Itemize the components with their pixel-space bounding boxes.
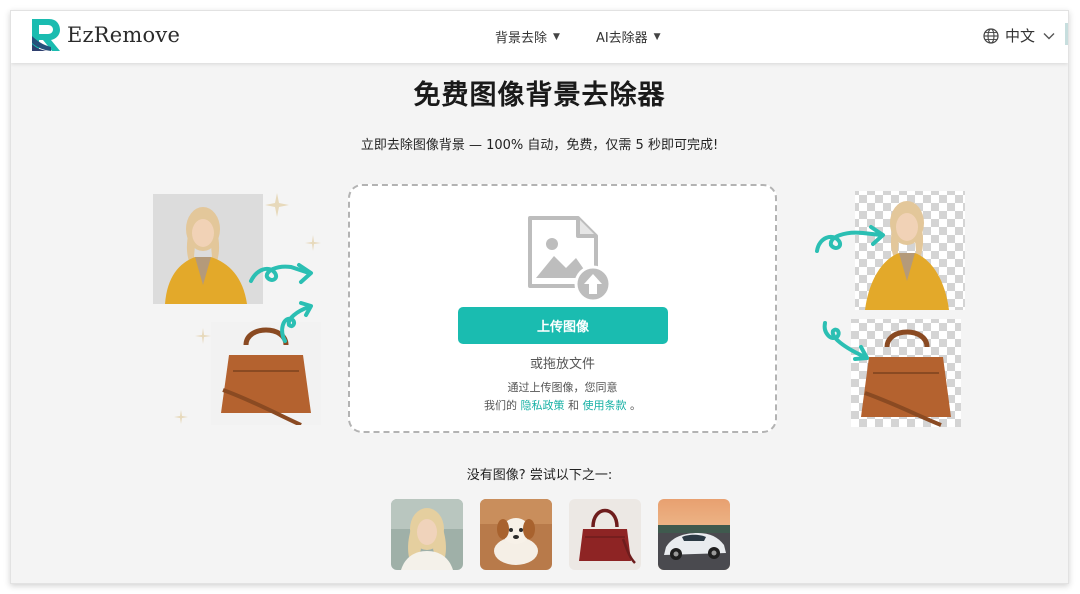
bag-before-photo bbox=[211, 322, 321, 425]
terms-of-use-link[interactable]: 使用条款 bbox=[583, 399, 627, 412]
page-title: 免费图像背景去除器 bbox=[413, 80, 666, 111]
image-upload-icon bbox=[528, 216, 612, 302]
brand-name: EzRemove bbox=[67, 23, 181, 47]
woman-before-photo bbox=[153, 194, 263, 304]
nav-item-background-removal[interactable]: 背景去除 ▼ bbox=[495, 27, 560, 46]
terms-prefix: 我们的 bbox=[484, 399, 517, 412]
page-subtitle: 立即去除图像背景 — 100% 自动，免费，仅需 5 秒即可完成! bbox=[360, 138, 719, 153]
terms-period: 。 bbox=[630, 399, 641, 412]
caret-down-icon: ▼ bbox=[553, 31, 560, 42]
terms-notice-line1: 通过上传图像，您同意 bbox=[507, 381, 618, 394]
woman-photo-icon bbox=[391, 499, 463, 570]
language-selector[interactable]: 中文 bbox=[983, 25, 1061, 46]
terms-and: 和 bbox=[568, 399, 579, 412]
nav-item-label: AI去除器 bbox=[595, 31, 648, 46]
after-example-illustration bbox=[815, 191, 965, 427]
sample-woman[interactable] bbox=[391, 499, 463, 570]
ezremove-logo-icon bbox=[32, 19, 60, 51]
top-navbar: EzRemove 背景去除 ▼ AI去除器 ▼ 中文 bbox=[11, 11, 1068, 63]
app-window: EzRemove 背景去除 ▼ AI去除器 ▼ 中文 免费图像背景去除器 立即去… bbox=[10, 10, 1069, 584]
upload-dropzone[interactable]: 上传图像 或拖放文件 通过上传图像，您同意 我们的 隐私政策 和 使用条款 。 bbox=[348, 184, 777, 433]
main-nav: 背景去除 ▼ AI去除器 ▼ bbox=[495, 27, 661, 46]
brand-logo[interactable]: EzRemove bbox=[29, 17, 180, 53]
before-example-illustration bbox=[153, 193, 321, 425]
sample-handbag[interactable] bbox=[569, 499, 641, 570]
chevron-down-icon bbox=[1043, 32, 1055, 39]
globe-icon bbox=[983, 27, 999, 44]
scroll-edge bbox=[1065, 23, 1068, 45]
red-handbag-photo-icon bbox=[569, 499, 641, 570]
nav-item-label: 背景去除 bbox=[495, 31, 548, 46]
sports-car-photo-icon bbox=[658, 499, 730, 570]
terms-notice-line2: 我们的 隐私政策 和 使用条款 。 bbox=[350, 397, 775, 413]
sample-images-prompt: 没有图像? 尝试以下之一: bbox=[466, 468, 613, 483]
drag-drop-hint: 或拖放文件 bbox=[529, 357, 595, 372]
sample-puppy[interactable] bbox=[480, 499, 552, 570]
puppy-photo-icon bbox=[480, 499, 552, 570]
nav-item-ai-remover[interactable]: AI去除器 ▼ bbox=[596, 27, 661, 46]
caret-down-icon: ▼ bbox=[653, 31, 661, 42]
privacy-policy-link[interactable]: 隐私政策 bbox=[521, 399, 565, 412]
upload-image-button[interactable]: 上传图像 bbox=[458, 307, 668, 344]
language-label: 中文 bbox=[1005, 27, 1036, 45]
sample-car[interactable] bbox=[658, 499, 730, 570]
sample-images-row bbox=[391, 499, 730, 570]
